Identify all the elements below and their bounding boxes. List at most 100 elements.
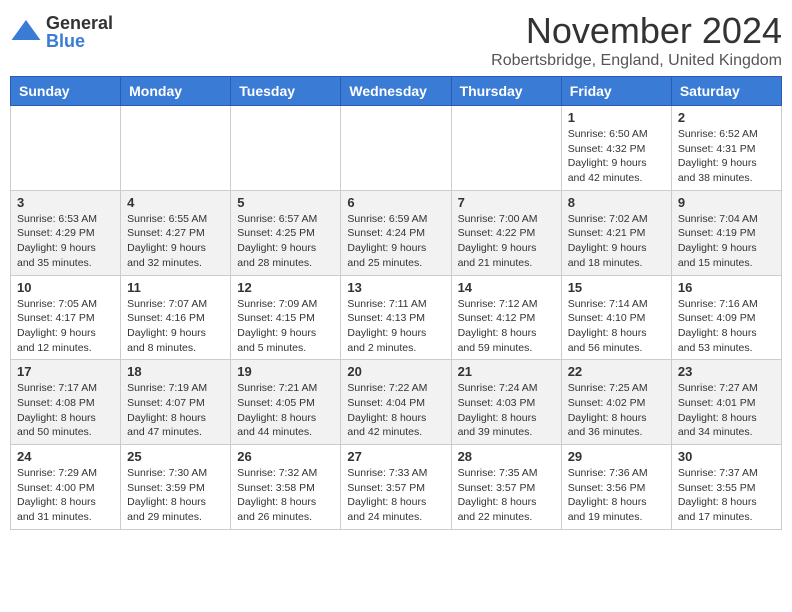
day-number: 15 — [568, 280, 665, 295]
day-number: 30 — [678, 449, 775, 464]
day-number: 26 — [237, 449, 334, 464]
calendar-cell — [231, 106, 341, 191]
day-info: Sunrise: 6:57 AM Sunset: 4:25 PM Dayligh… — [237, 212, 334, 271]
calendar-cell: 22 Sunrise: 7:25 AM Sunset: 4:02 PM Dayli… — [561, 360, 671, 445]
day-number: 13 — [347, 280, 444, 295]
day-info: Sunrise: 7:27 AM Sunset: 4:01 PM Dayligh… — [678, 381, 775, 440]
day-number: 1 — [568, 110, 665, 125]
logo-general: General — [46, 14, 113, 32]
day-number: 27 — [347, 449, 444, 464]
calendar-cell: 24 Sunrise: 7:29 AM Sunset: 4:00 PM Dayli… — [11, 445, 121, 530]
calendar-cell: 20 Sunrise: 7:22 AM Sunset: 4:04 PM Dayli… — [341, 360, 451, 445]
calendar-week-4: 17Sunrise: 7:17 AM Sunset: 4:08 PM Dayli… — [11, 360, 782, 445]
day-info: Sunrise: 7:29 AM Sunset: 4:00 PM Dayligh… — [17, 466, 114, 525]
day-info: Sunrise: 7:30 AM Sunset: 3:59 PM Dayligh… — [127, 466, 224, 525]
calendar-cell: 9Sunrise: 7:04 AM Sunset: 4:19 PM Daylig… — [671, 190, 781, 275]
calendar-cell: 29 Sunrise: 7:36 AM Sunset: 3:56 PM Dayli… — [561, 445, 671, 530]
day-number: 23 — [678, 364, 775, 379]
day-number: 21 — [458, 364, 555, 379]
calendar-week-2: 3Sunrise: 6:53 AM Sunset: 4:29 PM Daylig… — [11, 190, 782, 275]
day-info: Sunrise: 7:14 AM Sunset: 4:10 PM Dayligh… — [568, 297, 665, 356]
day-number: 14 — [458, 280, 555, 295]
calendar-cell: 26 Sunrise: 7:32 AM Sunset: 3:58 PM Dayli… — [231, 445, 341, 530]
day-number: 10 — [17, 280, 114, 295]
calendar: SundayMondayTuesdayWednesdayThursdayFrid… — [10, 76, 782, 530]
day-header-sunday: Sunday — [11, 77, 121, 106]
calendar-cell: 2Sunrise: 6:52 AM Sunset: 4:31 PM Daylig… — [671, 106, 781, 191]
day-info: Sunrise: 7:07 AM Sunset: 4:16 PM Dayligh… — [127, 297, 224, 356]
calendar-cell: 18 Sunrise: 7:19 AM Sunset: 4:07 PM Dayli… — [121, 360, 231, 445]
day-info: Sunrise: 7:17 AM Sunset: 4:08 PM Dayligh… — [17, 381, 114, 440]
day-info: Sunrise: 7:05 AM Sunset: 4:17 PM Dayligh… — [17, 297, 114, 356]
day-number: 6 — [347, 195, 444, 210]
day-info: Sunrise: 7:36 AM Sunset: 3:56 PM Dayligh… — [568, 466, 665, 525]
day-info: Sunrise: 7:04 AM Sunset: 4:19 PM Dayligh… — [678, 212, 775, 271]
calendar-cell: 21 Sunrise: 7:24 AM Sunset: 4:03 PM Dayli… — [451, 360, 561, 445]
calendar-cell: 16 Sunrise: 7:16 AM Sunset: 4:09 PM Dayli… — [671, 275, 781, 360]
day-number: 25 — [127, 449, 224, 464]
calendar-week-3: 10 Sunrise: 7:05 AM Sunset: 4:17 PM Dayli… — [11, 275, 782, 360]
calendar-cell: 12 Sunrise: 7:09 AM Sunset: 4:15 PM Dayli… — [231, 275, 341, 360]
calendar-cell: 23 Sunrise: 7:27 AM Sunset: 4:01 PM Dayli… — [671, 360, 781, 445]
day-info: Sunrise: 6:59 AM Sunset: 4:24 PM Dayligh… — [347, 212, 444, 271]
calendar-cell: 11 Sunrise: 7:07 AM Sunset: 4:16 PM Dayli… — [121, 275, 231, 360]
day-header-friday: Friday — [561, 77, 671, 106]
calendar-cell: 25 Sunrise: 7:30 AM Sunset: 3:59 PM Dayli… — [121, 445, 231, 530]
logo-blue: Blue — [46, 32, 113, 50]
calendar-cell: 27 Sunrise: 7:33 AM Sunset: 3:57 PM Dayli… — [341, 445, 451, 530]
day-number: 20 — [347, 364, 444, 379]
calendar-cell: 13Sunrise: 7:11 AM Sunset: 4:13 PM Dayli… — [341, 275, 451, 360]
day-number: 24 — [17, 449, 114, 464]
day-info: Sunrise: 7:09 AM Sunset: 4:15 PM Dayligh… — [237, 297, 334, 356]
calendar-cell: 1Sunrise: 6:50 AM Sunset: 4:32 PM Daylig… — [561, 106, 671, 191]
calendar-header-row: SundayMondayTuesdayWednesdayThursdayFrid… — [11, 77, 782, 106]
day-number: 8 — [568, 195, 665, 210]
day-header-tuesday: Tuesday — [231, 77, 341, 106]
calendar-cell: 7 Sunrise: 7:00 AM Sunset: 4:22 PM Daylig… — [451, 190, 561, 275]
calendar-cell: 5Sunrise: 6:57 AM Sunset: 4:25 PM Daylig… — [231, 190, 341, 275]
day-info: Sunrise: 7:25 AM Sunset: 4:02 PM Dayligh… — [568, 381, 665, 440]
calendar-cell: 6 Sunrise: 6:59 AM Sunset: 4:24 PM Daylig… — [341, 190, 451, 275]
calendar-cell: 3Sunrise: 6:53 AM Sunset: 4:29 PM Daylig… — [11, 190, 121, 275]
calendar-cell: 19 Sunrise: 7:21 AM Sunset: 4:05 PM Dayli… — [231, 360, 341, 445]
day-info: Sunrise: 6:55 AM Sunset: 4:27 PM Dayligh… — [127, 212, 224, 271]
logo-text: General Blue — [46, 14, 113, 50]
calendar-cell — [451, 106, 561, 191]
day-number: 7 — [458, 195, 555, 210]
calendar-cell — [11, 106, 121, 191]
calendar-cell: 10 Sunrise: 7:05 AM Sunset: 4:17 PM Dayli… — [11, 275, 121, 360]
day-number: 29 — [568, 449, 665, 464]
day-info: Sunrise: 7:19 AM Sunset: 4:07 PM Dayligh… — [127, 381, 224, 440]
day-header-monday: Monday — [121, 77, 231, 106]
day-number: 28 — [458, 449, 555, 464]
calendar-cell: 14Sunrise: 7:12 AM Sunset: 4:12 PM Dayli… — [451, 275, 561, 360]
calendar-cell: 15 Sunrise: 7:14 AM Sunset: 4:10 PM Dayli… — [561, 275, 671, 360]
day-header-saturday: Saturday — [671, 77, 781, 106]
month-title: November 2024 — [491, 10, 782, 52]
calendar-week-5: 24 Sunrise: 7:29 AM Sunset: 4:00 PM Dayli… — [11, 445, 782, 530]
day-number: 12 — [237, 280, 334, 295]
day-info: Sunrise: 7:37 AM Sunset: 3:55 PM Dayligh… — [678, 466, 775, 525]
day-info: Sunrise: 7:16 AM Sunset: 4:09 PM Dayligh… — [678, 297, 775, 356]
day-info: Sunrise: 6:52 AM Sunset: 4:31 PM Dayligh… — [678, 127, 775, 186]
day-info: Sunrise: 7:32 AM Sunset: 3:58 PM Dayligh… — [237, 466, 334, 525]
day-info: Sunrise: 7:33 AM Sunset: 3:57 PM Dayligh… — [347, 466, 444, 525]
day-info: Sunrise: 7:00 AM Sunset: 4:22 PM Dayligh… — [458, 212, 555, 271]
calendar-cell — [341, 106, 451, 191]
day-number: 19 — [237, 364, 334, 379]
day-number: 11 — [127, 280, 224, 295]
day-info: Sunrise: 7:22 AM Sunset: 4:04 PM Dayligh… — [347, 381, 444, 440]
day-number: 22 — [568, 364, 665, 379]
calendar-cell: 30 Sunrise: 7:37 AM Sunset: 3:55 PM Dayli… — [671, 445, 781, 530]
calendar-cell: 8Sunrise: 7:02 AM Sunset: 4:21 PM Daylig… — [561, 190, 671, 275]
day-info: Sunrise: 7:24 AM Sunset: 4:03 PM Dayligh… — [458, 381, 555, 440]
day-info: Sunrise: 7:35 AM Sunset: 3:57 PM Dayligh… — [458, 466, 555, 525]
day-number: 16 — [678, 280, 775, 295]
day-info: Sunrise: 7:21 AM Sunset: 4:05 PM Dayligh… — [237, 381, 334, 440]
calendar-week-1: 1Sunrise: 6:50 AM Sunset: 4:32 PM Daylig… — [11, 106, 782, 191]
calendar-cell — [121, 106, 231, 191]
day-number: 18 — [127, 364, 224, 379]
day-header-wednesday: Wednesday — [341, 77, 451, 106]
header: General Blue November 2024 Robertsbridge… — [10, 10, 782, 70]
day-number: 4 — [127, 195, 224, 210]
